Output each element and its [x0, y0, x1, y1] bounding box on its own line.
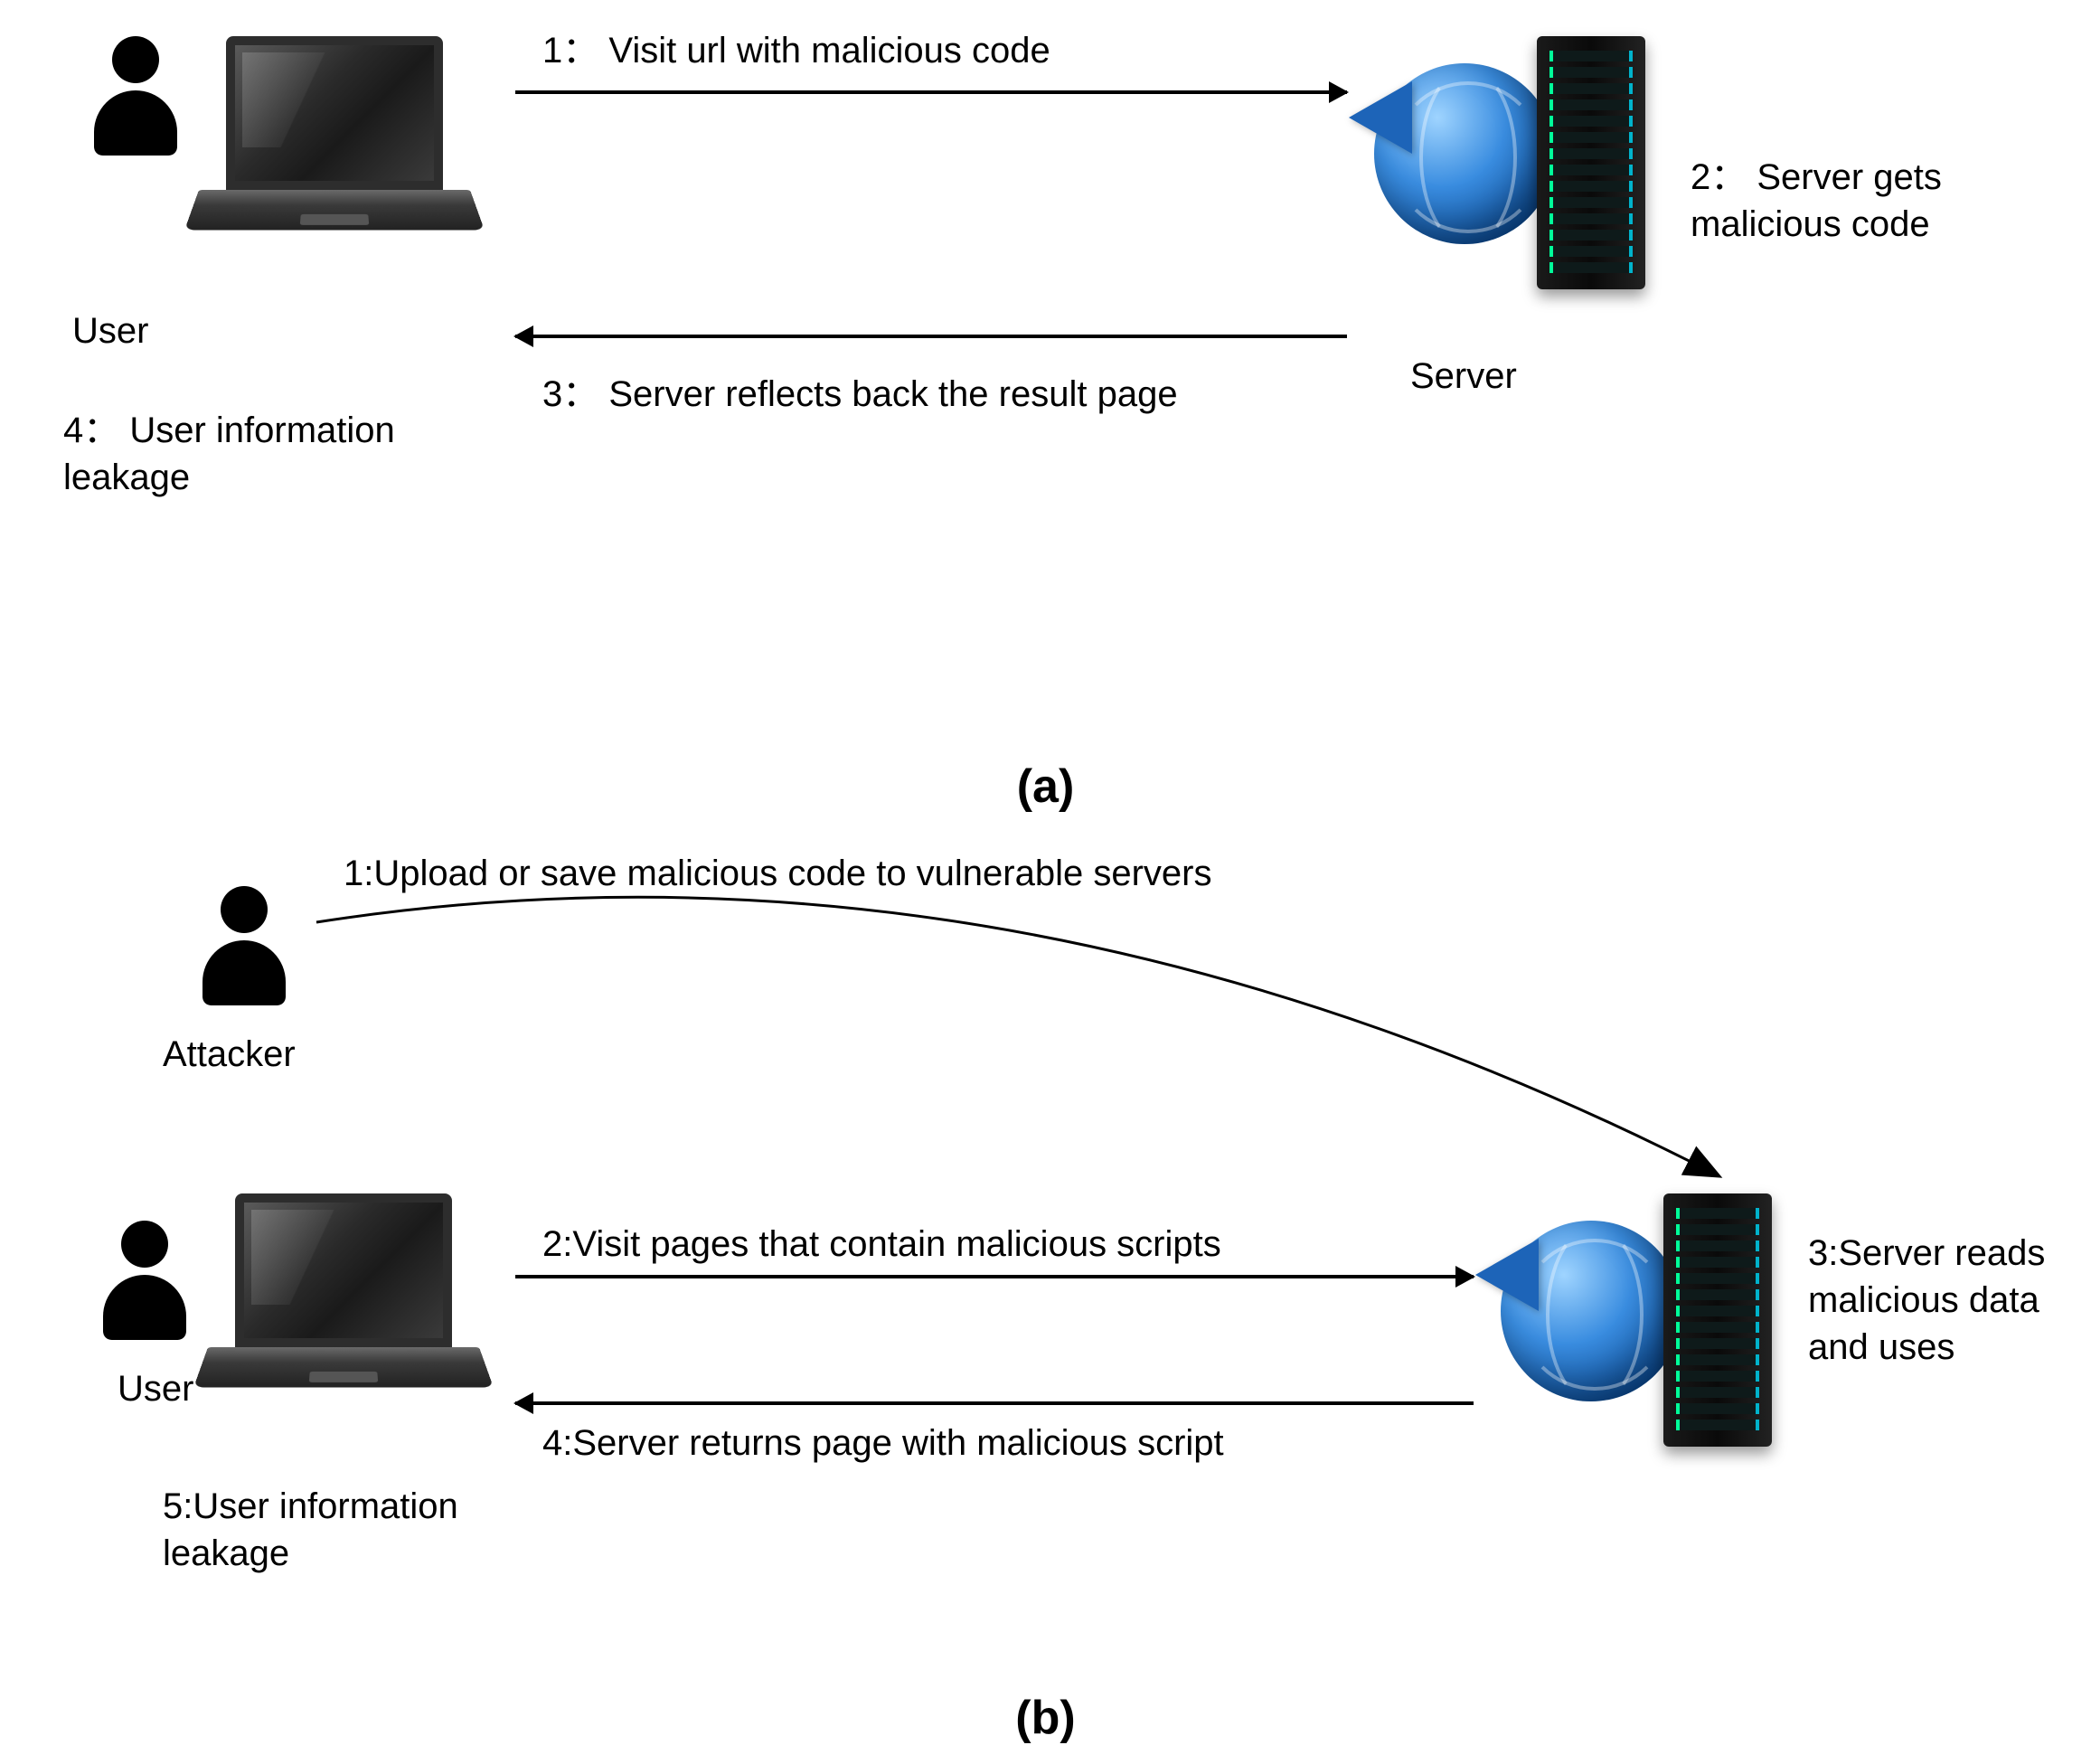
server-icon: [1501, 1184, 1772, 1456]
user-label: User: [72, 307, 148, 354]
figure-label-b: (b): [1015, 1691, 1075, 1745]
step3-label: 3： Server reflects back the result page: [542, 371, 1356, 418]
step1-label: 1:Upload or save malicious code to vulne…: [344, 850, 1212, 897]
arrow-step4: [515, 1401, 1474, 1405]
step3-label: 3:Server reads malicious data and uses: [1808, 1230, 2079, 1371]
diagram-a: User Server 1： Visit url with malicious …: [0, 0, 2091, 723]
step4-label: 4： User information leakage: [63, 407, 497, 501]
user-label: User: [118, 1365, 193, 1412]
arrow-step2: [515, 1275, 1474, 1278]
server-icon: [1374, 27, 1645, 298]
arrow-step1: [307, 868, 1736, 1221]
server-label: Server: [1410, 353, 1517, 400]
attacker-label: Attacker: [163, 1031, 296, 1078]
step2-label: 2： Server gets malicious code: [1691, 154, 2052, 248]
step5-label: 5:User information leakage: [163, 1483, 524, 1577]
step4-label: 4:Server returns page with malicious scr…: [542, 1420, 1224, 1467]
arrow-step1: [515, 90, 1347, 94]
user-icon: [99, 1221, 190, 1347]
laptop-icon: [199, 1193, 488, 1447]
diagram-b: Attacker 1:Upload or save malicious code…: [0, 832, 2091, 1764]
user-icon: [90, 36, 181, 163]
arrow-step3: [515, 335, 1347, 338]
step2-label: 2:Visit pages that contain malicious scr…: [542, 1221, 1221, 1268]
attacker-icon: [199, 886, 289, 1013]
laptop-icon: [190, 36, 479, 289]
figure-label-a: (a): [1017, 759, 1075, 814]
step1-label: 1： Visit url with malicious code: [542, 27, 1050, 74]
